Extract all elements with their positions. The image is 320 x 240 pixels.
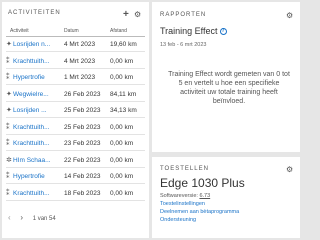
prev-page-icon[interactable]: ‹: [8, 213, 11, 222]
activity-distance: 19,60 km: [110, 41, 137, 48]
activity-name-link[interactable]: Krachttuith...: [13, 58, 59, 65]
activity-name-link[interactable]: Hypertrofie: [13, 74, 59, 81]
report-heading[interactable]: Training Effect?: [160, 26, 227, 36]
activity-row[interactable]: ⁑ Hypertrofie 1 Mrt 2023 0,00 km: [6, 70, 145, 85]
activity-name-link[interactable]: Krachttuith...: [13, 124, 59, 131]
activity-row[interactable]: ⁑ Hypertrofie 14 Feb 2023 0,00 km: [6, 169, 145, 184]
pagination: ‹ › 1 van 54: [8, 213, 56, 222]
column-header-activity[interactable]: Activiteit: [10, 28, 29, 34]
report-heading-label: Training Effect: [160, 26, 218, 36]
column-header-distance[interactable]: Afstand: [110, 28, 127, 34]
next-page-icon[interactable]: ›: [20, 213, 23, 222]
device-settings-link[interactable]: Toestelinstellingen: [160, 201, 205, 207]
activity-row[interactable]: ⁑ Krachttuith... 25 Feb 2023 0,00 km: [6, 120, 145, 135]
activity-date: 14 Feb 2023: [64, 173, 101, 180]
activity-distance: 0,00 km: [110, 123, 134, 131]
activity-distance: 0,00 km: [110, 74, 134, 81]
activity-row[interactable]: ⁑ Krachttuith... 18 Feb 2023 0,00 km: [6, 186, 145, 201]
activity-date: 22 Feb 2023: [64, 156, 101, 164]
activity-date: 25 Feb 2023: [64, 123, 101, 131]
reports-gear-icon[interactable]: ⚙: [286, 12, 293, 20]
activity-row[interactable]: ✦ Losrijden ... 25 Feb 2023 34,13 km: [6, 103, 145, 118]
reports-title: RAPPORTEN: [160, 12, 207, 18]
devices-title: TOESTELLEN: [160, 166, 209, 172]
devices-card: TOESTELLEN ⚙ Edge 1030 Plus Softwarevers…: [152, 157, 300, 238]
software-version-label: Softwareversie:: [160, 193, 198, 199]
devices-gear-icon[interactable]: ⚙: [286, 166, 293, 174]
column-header-date[interactable]: Datum: [64, 28, 79, 34]
activity-date: 1 Mrt 2023: [64, 74, 96, 81]
activity-distance: 0,00 km: [110, 173, 134, 180]
activity-distance: 84,11 km: [110, 90, 137, 98]
activity-name-link[interactable]: Losrijden ...: [13, 107, 59, 114]
activity-distance: 0,00 km: [110, 156, 134, 164]
activity-row[interactable]: ✦ Losrijden n... 4 Mrt 2023 19,60 km: [6, 37, 145, 52]
activity-name-link[interactable]: Krachttuith...: [13, 190, 59, 197]
device-name[interactable]: Edge 1030 Plus: [160, 176, 245, 190]
activity-row[interactable]: ⁑ Krachttuith... 23 Feb 2023 0,00 km: [6, 136, 145, 151]
support-link[interactable]: Ondersteuning: [160, 217, 196, 223]
activities-gear-icon[interactable]: ⚙: [134, 11, 141, 19]
software-version: Softwareversie: 6.73: [160, 193, 210, 199]
activities-card: ACTIVITEITEN + ⚙ Activiteit Datum Afstan…: [2, 2, 149, 238]
pagination-label: 1 van 54: [32, 216, 56, 222]
activity-row[interactable]: ✲ HIm Schaa... 22 Feb 2023 0,00 km: [6, 153, 145, 168]
activity-row[interactable]: ⁑ Krachttuith... 4 Mrt 2023 0,00 km: [6, 54, 145, 69]
activity-date: 4 Mrt 2023: [64, 41, 96, 48]
activity-date: 23 Feb 2023: [64, 140, 101, 147]
activity-date: 18 Feb 2023: [64, 189, 101, 197]
add-activity-icon[interactable]: +: [123, 10, 129, 20]
activity-name-link[interactable]: Krachttuith...: [13, 140, 59, 147]
activity-name-link[interactable]: Wegwielre...: [13, 91, 59, 98]
info-icon[interactable]: ?: [219, 28, 227, 36]
activity-distance: 0,00 km: [110, 189, 134, 197]
activity-date: 25 Feb 2023: [64, 107, 101, 114]
activity-distance: 34,13 km: [110, 107, 137, 114]
software-version-value[interactable]: 6.73: [199, 193, 210, 199]
report-period: 13 feb - 6 mrt 2023: [160, 42, 207, 48]
activity-distance: 0,00 km: [110, 57, 134, 65]
activity-date: 26 Feb 2023: [64, 90, 101, 98]
reports-card: RAPPORTEN ⚙ Training Effect? 13 feb - 6 …: [152, 2, 300, 152]
report-description: Training Effect wordt gemeten van 0 tot …: [168, 71, 290, 105]
activities-title: ACTIVITEITEN: [8, 10, 61, 16]
activity-row[interactable]: ✦ Wegwielre... 26 Feb 2023 84,11 km: [6, 87, 145, 102]
activity-distance: 0,00 km: [110, 140, 134, 147]
activity-name-link[interactable]: Hypertrofie: [13, 173, 59, 180]
beta-program-link[interactable]: Deelnemen aan bètaprogramma: [160, 209, 239, 215]
activity-name-link[interactable]: Losrijden n...: [13, 41, 59, 48]
activity-date: 4 Mrt 2023: [64, 57, 96, 65]
activity-name-link[interactable]: HIm Schaa...: [13, 157, 59, 164]
